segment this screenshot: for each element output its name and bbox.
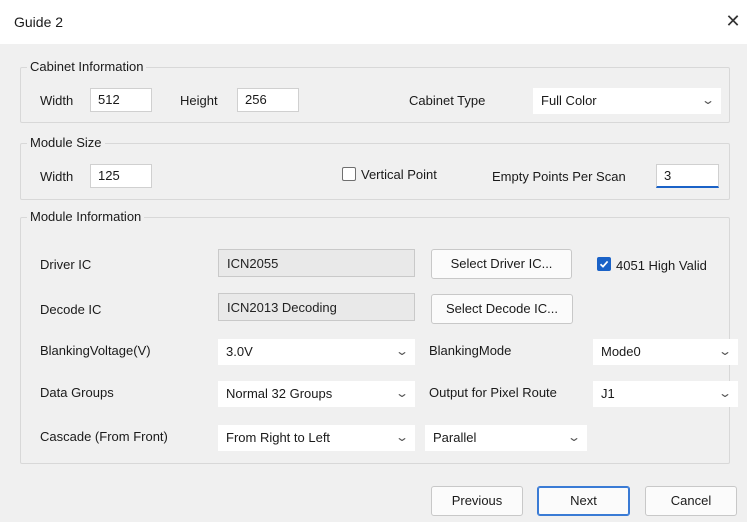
cabinet-type-value: Full Color bbox=[541, 93, 597, 108]
close-icon[interactable]: ✕ bbox=[722, 10, 744, 32]
module-size-legend: Module Size bbox=[27, 135, 105, 150]
cascade-value: From Right to Left bbox=[226, 430, 331, 445]
driver-ic-field: ICN2055 bbox=[218, 249, 415, 277]
module-width-label: Width bbox=[40, 169, 74, 184]
decode-ic-field: ICN2013 Decoding bbox=[218, 293, 415, 321]
parallel-select[interactable]: Parallel ⌄ bbox=[425, 425, 587, 451]
module-information-legend: Module Information bbox=[27, 209, 145, 224]
cabinet-type-select[interactable]: Full Color ⌄ bbox=[533, 88, 721, 114]
select-driver-ic-button[interactable]: Select Driver IC... bbox=[431, 249, 572, 279]
cabinet-width-label: Width bbox=[40, 93, 74, 108]
blanking-mode-value: Mode0 bbox=[601, 344, 641, 359]
cabinet-information-legend: Cabinet Information bbox=[27, 59, 147, 74]
high-valid-checkbox[interactable] bbox=[597, 257, 611, 271]
data-groups-value: Normal 32 Groups bbox=[226, 386, 333, 401]
chevron-down-icon: ⌄ bbox=[700, 93, 716, 107]
data-groups-select[interactable]: Normal 32 Groups ⌄ bbox=[218, 381, 415, 407]
cancel-button[interactable]: Cancel bbox=[645, 486, 737, 516]
module-width-input[interactable]: 125 bbox=[90, 164, 152, 188]
vertical-point-label: Vertical Point bbox=[361, 167, 437, 182]
chevron-down-icon: ⌄ bbox=[717, 344, 733, 358]
blanking-voltage-label: BlankingVoltage(V) bbox=[40, 343, 151, 358]
guide-dialog: Guide 2 ✕ Cabinet Information Width 512 … bbox=[0, 0, 747, 522]
cascade-label: Cascade (From Front) bbox=[40, 429, 168, 444]
data-groups-label: Data Groups bbox=[40, 385, 114, 400]
blanking-mode-label: BlankingMode bbox=[429, 343, 512, 358]
vertical-point-checkbox[interactable] bbox=[342, 167, 356, 181]
cabinet-height-input[interactable]: 256 bbox=[237, 88, 299, 112]
decode-ic-label: Decode IC bbox=[40, 302, 102, 317]
output-route-label: Output for Pixel Route bbox=[429, 385, 557, 400]
title-bar: Guide 2 ✕ bbox=[0, 0, 747, 44]
empty-points-label: Empty Points Per Scan bbox=[492, 169, 626, 184]
blanking-voltage-value: 3.0V bbox=[226, 344, 253, 359]
cascade-select[interactable]: From Right to Left ⌄ bbox=[218, 425, 415, 451]
parallel-value: Parallel bbox=[433, 430, 477, 445]
window-title: Guide 2 bbox=[14, 14, 64, 30]
chevron-down-icon: ⌄ bbox=[566, 430, 582, 444]
checkmark-icon bbox=[599, 260, 609, 268]
chevron-down-icon: ⌄ bbox=[717, 386, 733, 400]
next-button[interactable]: Next bbox=[537, 486, 630, 516]
cabinet-height-label: Height bbox=[180, 93, 218, 108]
chevron-down-icon: ⌄ bbox=[394, 430, 410, 444]
high-valid-label: 4051 High Valid bbox=[616, 258, 707, 273]
output-route-select[interactable]: J1 ⌄ bbox=[593, 381, 738, 407]
cabinet-width-input[interactable]: 512 bbox=[90, 88, 152, 112]
empty-points-input[interactable]: 3 bbox=[656, 164, 719, 188]
blanking-voltage-select[interactable]: 3.0V ⌄ bbox=[218, 339, 415, 365]
select-decode-ic-button[interactable]: Select Decode IC... bbox=[431, 294, 573, 324]
chevron-down-icon: ⌄ bbox=[394, 386, 410, 400]
chevron-down-icon: ⌄ bbox=[394, 344, 410, 358]
driver-ic-label: Driver IC bbox=[40, 257, 92, 272]
blanking-mode-select[interactable]: Mode0 ⌄ bbox=[593, 339, 738, 365]
cabinet-type-label: Cabinet Type bbox=[409, 93, 486, 108]
previous-button[interactable]: Previous bbox=[431, 486, 523, 516]
output-route-value: J1 bbox=[601, 386, 615, 401]
